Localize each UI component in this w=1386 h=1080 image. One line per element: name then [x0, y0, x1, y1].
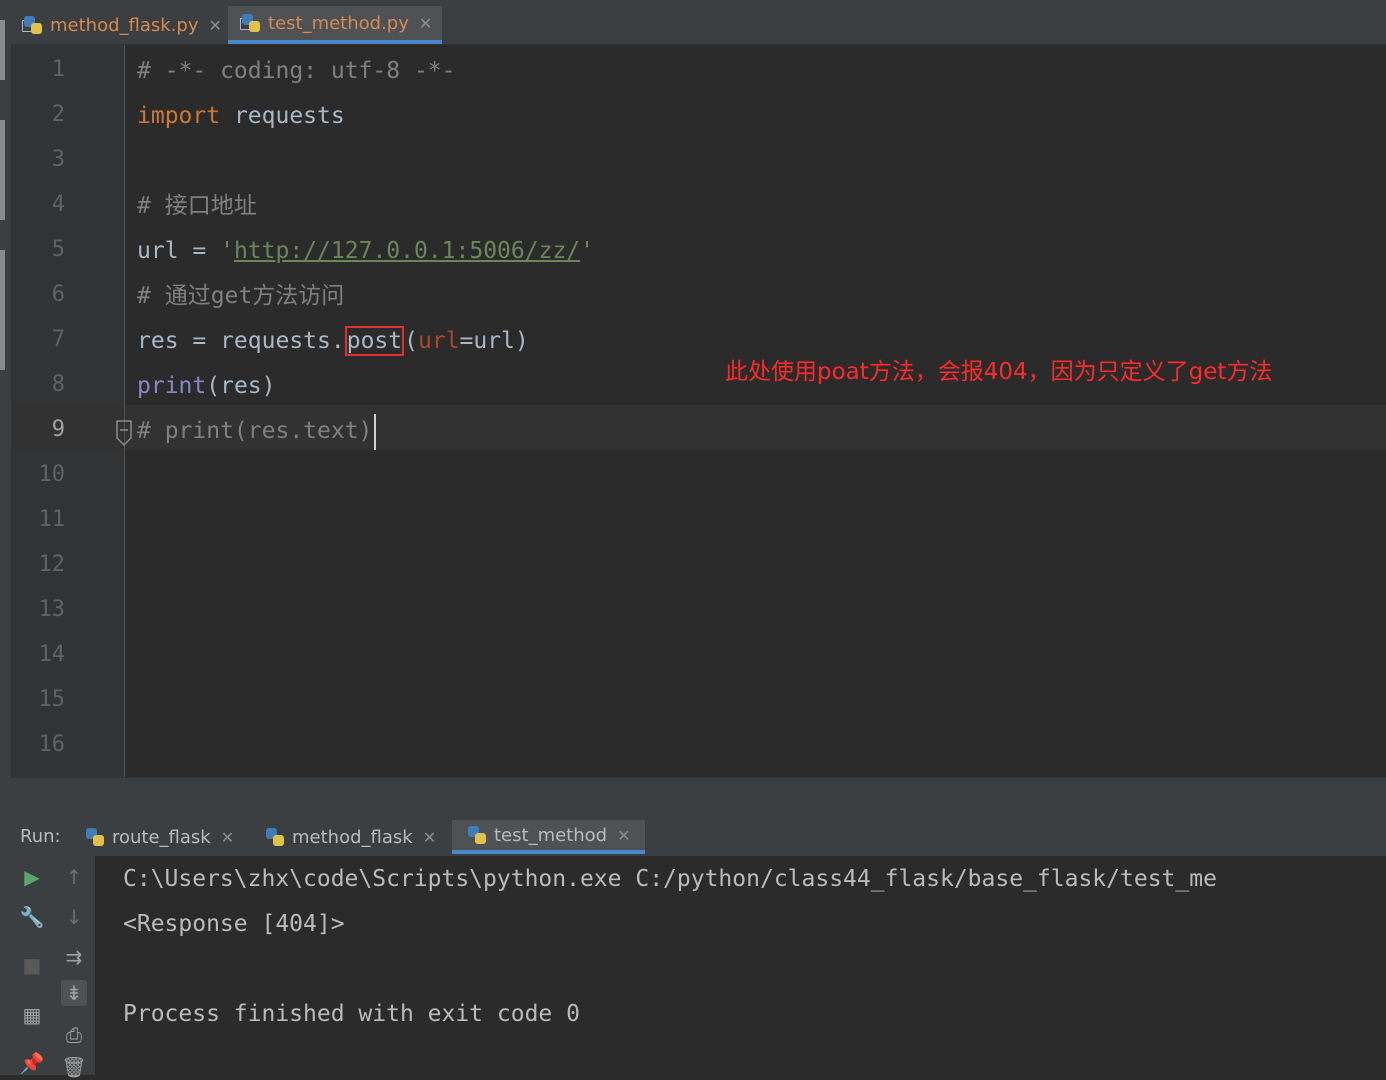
line-number-current: 9: [51, 417, 65, 442]
python-icon: [86, 828, 104, 846]
code-line-7: res = requests.post(url=url): [137, 319, 529, 364]
layout-icon[interactable]: ▦: [19, 1002, 45, 1028]
console-output[interactable]: C:\Users\zhx\code\Scripts\python.exe C:/…: [95, 856, 1386, 1075]
line-number: 7: [51, 327, 65, 352]
python-icon: [468, 826, 486, 844]
line-number: 5: [51, 237, 65, 262]
builtin-print: print: [137, 373, 207, 399]
line-number: 14: [38, 642, 66, 667]
comment: # 通过get方法访问: [137, 283, 345, 309]
python-icon: [266, 828, 284, 846]
python-file-icon: [240, 14, 260, 32]
code-line-1: # -*- coding: utf-8 -*-: [137, 49, 456, 94]
line-number: 6: [51, 282, 65, 307]
console-line: <Response [404]>: [123, 911, 345, 937]
code-text: res = requests.: [137, 328, 345, 354]
line-number: 12: [38, 552, 66, 577]
tab-test-method[interactable]: test_method.py ✕: [228, 6, 443, 44]
wrench-settings-icon[interactable]: 🔧: [19, 904, 45, 930]
code-line-8: print(res): [137, 364, 276, 409]
print-icon[interactable]: ⎙: [61, 1022, 87, 1048]
python-file-icon: [22, 16, 42, 34]
favorites-tool-tab[interactable]: [0, 250, 5, 370]
structure-tool-tab[interactable]: [0, 120, 5, 220]
line-number: 4: [51, 192, 65, 217]
tab-method-flask[interactable]: method_flask.py ✕: [22, 6, 222, 44]
trash-icon[interactable]: 🗑: [61, 1054, 87, 1080]
string-quote: ': [220, 238, 234, 264]
fold-marker-icon[interactable]: [116, 420, 132, 446]
line-number: 8: [51, 372, 65, 397]
gutter-divider: [124, 45, 125, 777]
run-toolbar: ▶ ↑ 🔧 ↓ ■ ⇉ ⇟ ▦ ⎙ 📌 🗑: [11, 856, 95, 1079]
close-icon[interactable]: ✕: [221, 828, 234, 847]
tab-label: method_flask.py: [50, 14, 199, 36]
code-line-4: # 接口地址: [137, 184, 257, 229]
code-text: (: [404, 328, 418, 354]
stop-icon[interactable]: ■: [19, 952, 45, 978]
line-number: 2: [51, 102, 65, 127]
run-tab-label: test_method: [494, 824, 608, 846]
comment: # print(res.text): [137, 418, 373, 444]
line-numbers: 1 2 3 4 5 6 7 8 9 10 11 12 13 14 15 16: [11, 45, 111, 777]
close-icon[interactable]: ✕: [419, 14, 432, 33]
keyword-import: import: [137, 103, 221, 129]
highlighted-post-method: post: [344, 326, 405, 356]
tab-label: test_method.py: [268, 12, 409, 34]
scroll-up-icon[interactable]: ↑: [61, 864, 87, 890]
line-number: 15: [38, 687, 66, 712]
scroll-to-end-icon[interactable]: ⇟: [61, 980, 87, 1006]
line-number: 11: [38, 507, 66, 532]
console-line: C:\Users\zhx\code\Scripts\python.exe C:/…: [123, 866, 1217, 892]
run-tab-label: method_flask: [292, 826, 413, 848]
red-annotation-note: 此处使用poat方法，会报404，因为只定义了get方法: [725, 359, 1273, 385]
code-text: =url): [459, 328, 529, 354]
code-editor[interactable]: # -*- coding: utf-8 -*- import requests …: [137, 45, 1377, 777]
line-number: 1: [51, 57, 65, 82]
code-text: (res): [206, 373, 276, 399]
run-tab-label: route_flask: [112, 826, 211, 848]
comment: # -*- coding: utf-8 -*-: [137, 58, 456, 84]
panel-divider[interactable]: [11, 777, 1386, 815]
pin-icon[interactable]: 📌: [19, 1050, 45, 1076]
run-tab-test-method[interactable]: test_method ✕: [452, 820, 645, 854]
code-line-5: url = 'http://127.0.0.1:5006/zz/': [137, 229, 594, 274]
text-caret: [374, 413, 377, 450]
close-icon[interactable]: ✕: [208, 16, 221, 35]
run-tab-route-flask[interactable]: route_flask ✕: [86, 820, 234, 854]
close-icon[interactable]: ✕: [423, 828, 436, 847]
line-number: 3: [51, 147, 65, 172]
project-tool-tab[interactable]: [0, 20, 5, 80]
string-quote: ': [580, 238, 594, 264]
rerun-play-icon[interactable]: ▶: [19, 864, 45, 890]
scroll-down-icon[interactable]: ↓: [61, 904, 87, 930]
line-number: 13: [38, 597, 66, 622]
line-number: 10: [38, 462, 66, 487]
module-name: requests: [220, 103, 345, 129]
url-string[interactable]: http://127.0.0.1:5006/zz/: [234, 238, 580, 264]
run-tab-method-flask[interactable]: method_flask ✕: [266, 820, 436, 854]
code-line-6: # 通过get方法访问: [137, 274, 344, 319]
variable-assign: url =: [137, 238, 221, 264]
close-icon[interactable]: ✕: [617, 826, 630, 845]
parameter-name: url: [417, 328, 460, 354]
soft-wrap-icon[interactable]: ⇉: [61, 944, 87, 970]
code-line-2: import requests: [137, 94, 345, 139]
run-label: Run:: [20, 826, 61, 847]
code-line-9: # print(res.text): [137, 409, 377, 454]
line-number: 16: [38, 732, 66, 757]
console-line: Process finished with exit code 0: [123, 1001, 580, 1027]
comment: # 接口地址: [137, 193, 257, 219]
